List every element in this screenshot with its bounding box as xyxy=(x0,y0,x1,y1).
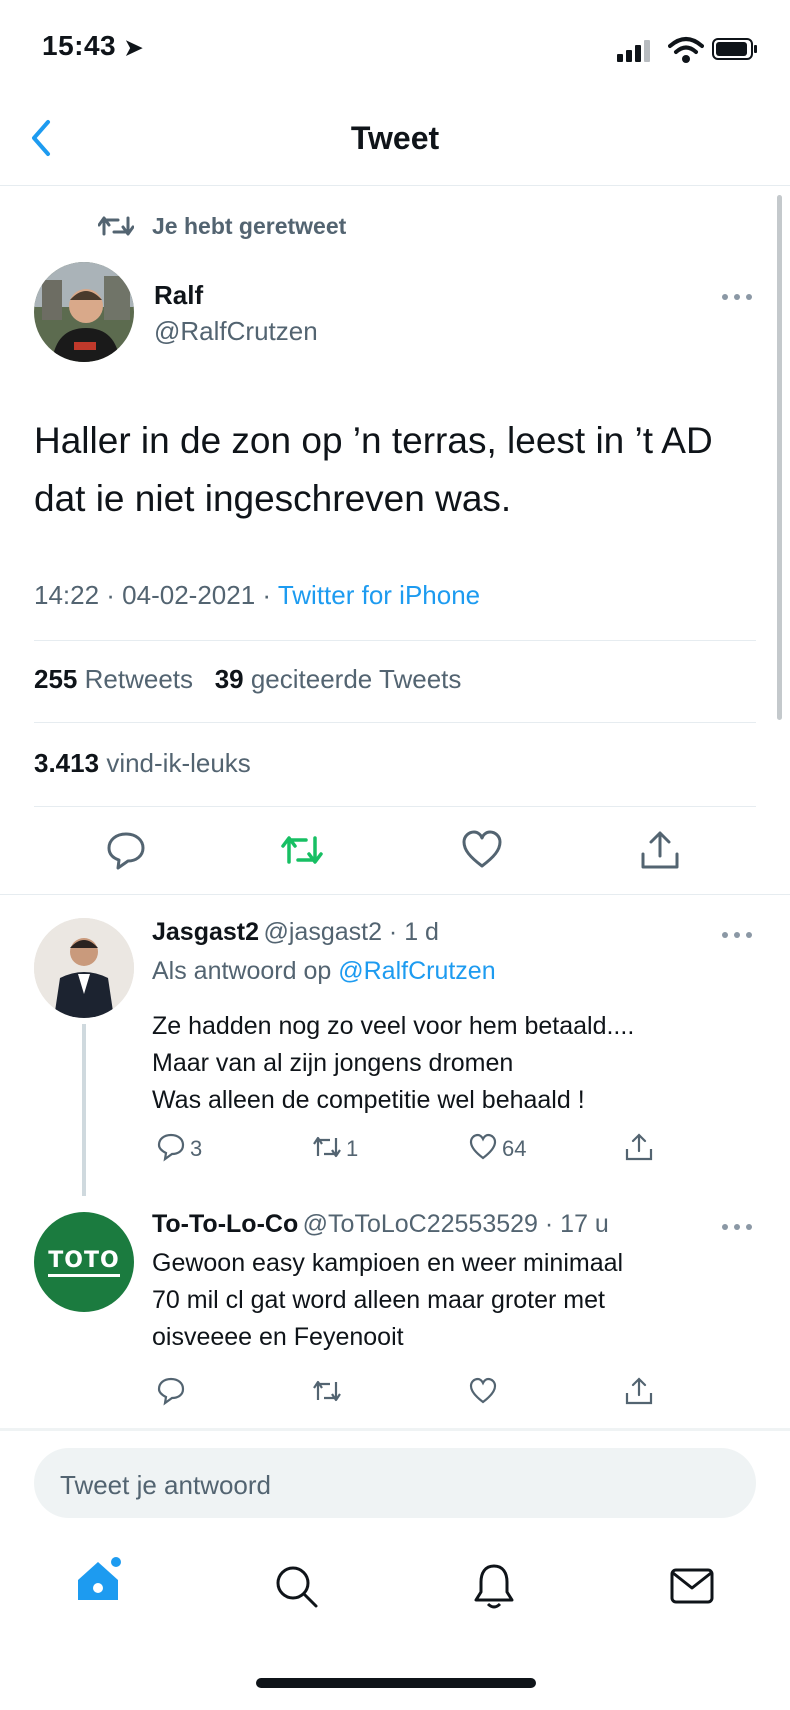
like-heart-icon[interactable] xyxy=(468,1376,498,1406)
more-options-icon[interactable] xyxy=(722,930,752,940)
header-divider xyxy=(0,185,790,186)
bell-icon[interactable] xyxy=(470,1562,518,1610)
reply-to-line: Als antwoord op @RalfCrutzen xyxy=(152,957,496,985)
avatar[interactable] xyxy=(34,918,134,1018)
retweet-icon[interactable] xyxy=(312,1132,342,1162)
reply-author-handle[interactable]: @ToToLoC22553529 · 17 u xyxy=(303,1210,609,1238)
status-time: 15:43 ➤ xyxy=(42,30,144,61)
retweet-notice: Je hebt geretweet xyxy=(152,213,347,239)
like-heart-icon[interactable] xyxy=(468,1132,498,1162)
reply-compose-placeholder: Tweet je antwoord xyxy=(60,1470,272,1500)
reply-author-name[interactable]: To-To-Lo-Co xyxy=(152,1210,298,1238)
more-options-icon[interactable] xyxy=(722,1222,752,1232)
home-indicator[interactable] xyxy=(256,1678,536,1688)
tweet-source-link[interactable]: Twitter for iPhone xyxy=(278,580,480,610)
thread-line xyxy=(82,1024,86,1196)
reply-header: To-To-Lo-Co @ToToLoC22553529 · 17 u xyxy=(152,1210,609,1239)
retweet-count: 1 xyxy=(346,1136,359,1161)
page-title: Tweet xyxy=(350,120,440,156)
author-name[interactable]: Ralf xyxy=(154,280,203,311)
search-icon[interactable] xyxy=(272,1562,320,1610)
divider xyxy=(34,722,756,723)
reply-author-handle[interactable]: @jasgast2 · 1 d xyxy=(263,918,438,946)
reply-text: Gewoon easy kampioen en weer minimaal 70… xyxy=(152,1249,624,1351)
quotes-stat[interactable]: 39 geciteerde Tweets xyxy=(215,664,462,694)
reply-header: Jasgast2 @jasgast2 · 1 d xyxy=(152,918,439,947)
battery-icon xyxy=(712,38,757,60)
likes-stat[interactable]: 3.413 vind-ik-leuks xyxy=(34,748,251,779)
section-divider xyxy=(0,894,790,895)
reply-count: 3 xyxy=(190,1136,203,1161)
like-count: 64 xyxy=(502,1136,527,1161)
like-heart-icon[interactable] xyxy=(460,828,504,872)
reply-author-name[interactable]: Jasgast2 xyxy=(152,918,259,946)
divider xyxy=(34,640,756,641)
retweets-stat[interactable]: 255 Retweets xyxy=(34,664,193,694)
reply-text: Ze hadden nog zo veel voor hem betaald..… xyxy=(152,1012,635,1114)
tweet-text: Haller in de zon op ’n terras, leest in … xyxy=(34,420,713,519)
reply-icon[interactable] xyxy=(104,828,148,872)
avatar[interactable] xyxy=(34,262,134,362)
home-icon[interactable] xyxy=(74,1556,122,1604)
retweet-icon[interactable] xyxy=(280,828,324,872)
reply-to-handle-link[interactable]: @RalfCrutzen xyxy=(338,957,495,985)
cellular-signal-icon xyxy=(617,40,657,62)
avatar[interactable]: TOTO xyxy=(34,1212,134,1312)
wifi-icon xyxy=(668,37,704,63)
share-icon[interactable] xyxy=(638,828,682,872)
author-handle[interactable]: @RalfCrutzen xyxy=(154,316,318,347)
divider xyxy=(34,806,756,807)
reply-icon[interactable] xyxy=(156,1376,186,1406)
share-icon[interactable] xyxy=(624,1132,654,1162)
more-options-icon[interactable] xyxy=(722,292,752,302)
location-arrow-icon: ➤ xyxy=(124,35,144,60)
tweet-meta: 14:22 · 04-02-2021 · Twitter for iPhone xyxy=(34,580,480,611)
scrollbar[interactable] xyxy=(777,195,782,720)
retweet-icon[interactable] xyxy=(312,1376,342,1406)
tweet-timestamp: 14:22 · 04-02-2021 · xyxy=(34,580,278,610)
share-icon[interactable] xyxy=(624,1376,654,1406)
mail-icon[interactable] xyxy=(668,1562,716,1610)
tweet-stats: 255 Retweets 39 geciteerde Tweets xyxy=(34,664,461,695)
section-divider xyxy=(0,1428,790,1431)
retweet-icon xyxy=(98,216,134,236)
reply-icon[interactable] xyxy=(156,1132,186,1162)
